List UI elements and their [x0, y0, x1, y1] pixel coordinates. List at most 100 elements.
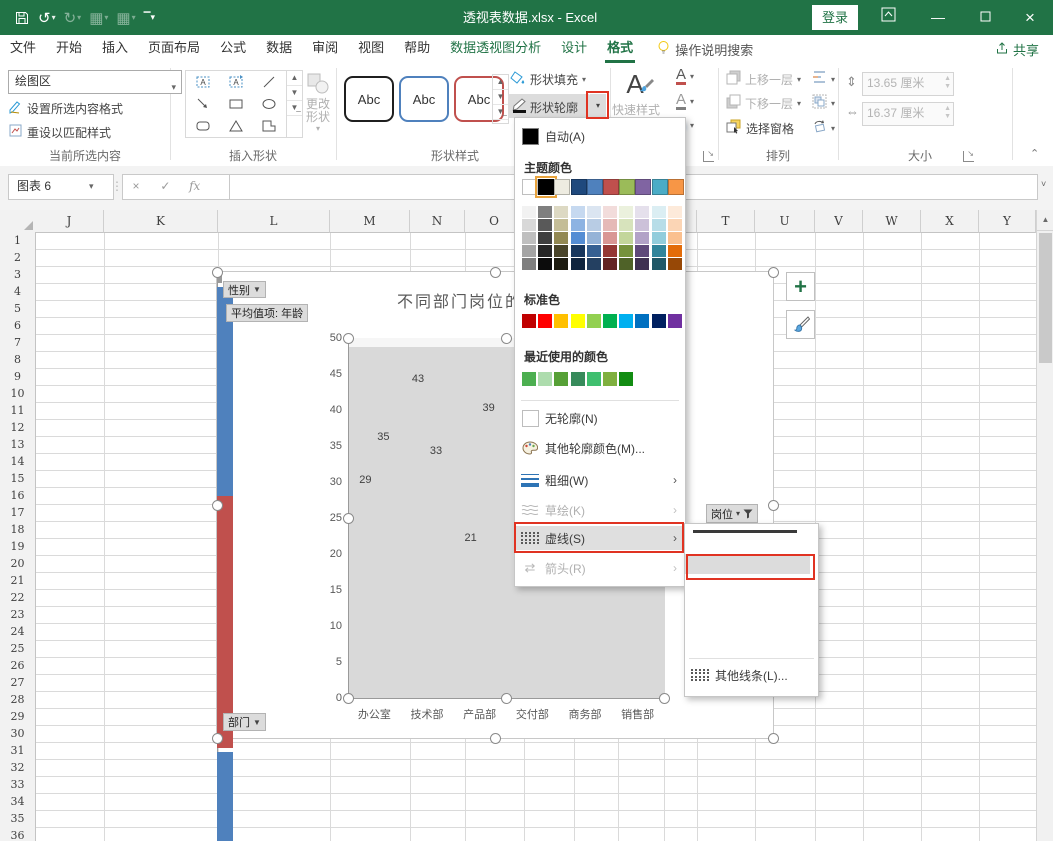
selection-handle[interactable]: [501, 333, 512, 344]
column-header-T[interactable]: T: [697, 210, 755, 233]
menu-item-no-outline[interactable]: 无轮廓(N): [515, 406, 685, 430]
theme-variant-swatch[interactable]: [635, 245, 650, 257]
share-button[interactable]: 共享: [995, 35, 1039, 63]
row-header-28[interactable]: 28: [0, 691, 36, 709]
shape-style-scroll[interactable]: ▲ ▼ ▼̲: [492, 74, 509, 124]
theme-variant-swatch[interactable]: [619, 258, 634, 270]
minimize-button[interactable]: —: [915, 0, 961, 35]
theme-variant-swatch[interactable]: [586, 258, 601, 270]
theme-color-swatch[interactable]: [554, 179, 571, 195]
theme-variant-swatch[interactable]: [619, 206, 634, 218]
row-header-26[interactable]: 26: [0, 657, 36, 675]
collapse-ribbon-icon[interactable]: ⌃: [1030, 147, 1039, 160]
theme-variant-swatch[interactable]: [586, 232, 601, 244]
row-header-1[interactable]: 1: [0, 232, 36, 250]
shape-gallery-scroll[interactable]: ▲ ▼ ▼̲: [286, 70, 303, 138]
row-header-18[interactable]: 18: [0, 521, 36, 539]
row-header-10[interactable]: 10: [0, 385, 36, 403]
value-field-button[interactable]: 平均值项: 年龄: [226, 304, 309, 322]
qat-table-icon-2[interactable]: ▦ ▾: [112, 7, 139, 29]
tab-数据[interactable]: 数据: [256, 35, 302, 63]
theme-variant-swatch[interactable]: [554, 219, 569, 231]
dash-option-long-dash-dot-dot[interactable]: [685, 530, 818, 664]
menu-item-sketched[interactable]: 草绘(K) ›: [515, 498, 685, 522]
row-header-24[interactable]: 24: [0, 623, 36, 641]
theme-variant-swatch[interactable]: [651, 219, 666, 231]
selection-handle[interactable]: [768, 733, 779, 744]
standard-color-swatch[interactable]: [667, 314, 682, 328]
maximize-button[interactable]: [962, 0, 1008, 35]
freeform-shape-icon[interactable]: [253, 115, 286, 137]
theme-variant-swatch[interactable]: [554, 206, 569, 218]
shape-style-abc-1[interactable]: Abc: [399, 76, 449, 122]
row-header-16[interactable]: 16: [0, 487, 36, 505]
tab-审阅[interactable]: 审阅: [302, 35, 348, 63]
row-header-20[interactable]: 20: [0, 555, 36, 573]
theme-variant-swatch[interactable]: [538, 206, 553, 218]
insert-function-icon[interactable]: fx: [182, 175, 208, 197]
theme-variant-swatch[interactable]: [554, 245, 569, 257]
row-header-23[interactable]: 23: [0, 606, 36, 624]
row-header-3[interactable]: 3: [0, 266, 36, 284]
recent-color-swatch[interactable]: [570, 372, 585, 386]
theme-variant-swatch[interactable]: [570, 245, 585, 257]
selection-handle[interactable]: [490, 267, 501, 278]
standard-color-swatch[interactable]: [570, 314, 585, 328]
theme-color-swatch[interactable]: [651, 179, 668, 195]
selection-handle[interactable]: [212, 267, 223, 278]
menu-item-dashes[interactable]: 虚线(S) ›: [515, 526, 685, 550]
gallery-more-icon[interactable]: ▼̲: [493, 105, 508, 120]
theme-variant-swatch[interactable]: [538, 245, 553, 257]
recent-color-swatch[interactable]: [586, 372, 601, 386]
undo-button[interactable]: ↺ ▾: [34, 7, 60, 29]
chart-elements-button[interactable]: +: [786, 272, 815, 301]
expand-formula-bar-icon[interactable]: ˅: [1041, 179, 1046, 189]
theme-variant-swatch[interactable]: [586, 245, 601, 257]
dash-option-long-dash-dot[interactable]: [685, 530, 818, 649]
standard-color-swatch[interactable]: [619, 314, 634, 328]
theme-variant-swatch[interactable]: [522, 206, 536, 218]
position-field-button[interactable]: 岗位 ▾: [706, 504, 759, 523]
theme-variant-swatch[interactable]: [651, 258, 666, 270]
chart-title[interactable]: 不同部门岗位的: [397, 288, 523, 312]
theme-variant-swatch[interactable]: [570, 219, 585, 231]
theme-color-swatch[interactable]: [522, 179, 538, 195]
redo-button[interactable]: ↻ ▾: [60, 7, 86, 29]
enter-icon[interactable]: ✓: [152, 175, 178, 197]
column-header-J[interactable]: J: [35, 210, 104, 233]
theme-variant-swatch[interactable]: [538, 219, 553, 231]
recent-color-swatch[interactable]: [619, 372, 634, 386]
recent-color-swatch[interactable]: [538, 372, 553, 386]
scroll-up-icon[interactable]: ▲: [287, 71, 302, 86]
column-header-Y[interactable]: Y: [979, 210, 1036, 233]
shape-style-abc-0[interactable]: Abc: [344, 76, 394, 122]
row-header-34[interactable]: 34: [0, 793, 36, 811]
theme-variant-swatch[interactable]: [522, 232, 536, 244]
row-header-27[interactable]: 27: [0, 674, 36, 692]
line-shape-icon[interactable]: [253, 71, 286, 93]
recent-color-swatch[interactable]: [522, 372, 536, 386]
scrollbar-thumb[interactable]: [1039, 233, 1052, 363]
theme-variant-swatch[interactable]: [667, 245, 682, 257]
textbox-horizontal-icon[interactable]: A: [186, 71, 219, 93]
theme-variant-swatch[interactable]: [635, 232, 650, 244]
tab-格式[interactable]: 格式: [597, 35, 643, 63]
shape-height-input[interactable]: 13.65 厘米 ▲ ▼: [862, 72, 954, 96]
row-header-25[interactable]: 25: [0, 640, 36, 658]
ribbon-display-options-icon[interactable]: [868, 0, 908, 35]
menu-item-more-outline-colors[interactable]: 其他轮廓颜色(M)...: [515, 436, 685, 460]
theme-variant-swatch[interactable]: [522, 258, 536, 270]
selection-handle[interactable]: [212, 500, 223, 511]
theme-color-swatch[interactable]: [603, 179, 619, 195]
row-header-21[interactable]: 21: [0, 572, 36, 590]
row-header-6[interactable]: 6: [0, 317, 36, 335]
theme-variant-swatch[interactable]: [538, 258, 553, 270]
rotate-button[interactable]: ▾: [812, 119, 835, 137]
column-header-X[interactable]: X: [921, 210, 979, 233]
row-header-17[interactable]: 17: [0, 504, 36, 522]
column-header-V[interactable]: V: [815, 210, 863, 233]
bring-forward-button[interactable]: 上移一层 ▾: [726, 70, 801, 88]
theme-color-swatch[interactable]: [570, 179, 587, 195]
recent-color-swatch[interactable]: [603, 372, 617, 386]
theme-variant-swatch[interactable]: [554, 258, 569, 270]
